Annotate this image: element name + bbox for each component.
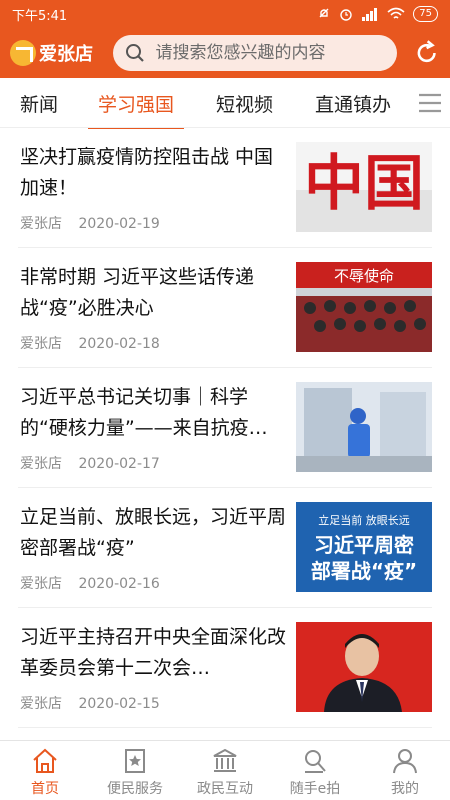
article-title[interactable]: 立足当前、放眼长远，习近平周密部署战“疫” <box>20 502 286 564</box>
article-source: 爱张店 <box>20 576 62 592</box>
search-box[interactable] <box>113 35 397 71</box>
bookmark-star-icon <box>125 749 145 773</box>
mute-icon <box>319 8 329 18</box>
article-title[interactable]: 习近平主持召开中央全面深化改革委员会第十二次会… <box>20 622 286 684</box>
list-item[interactable]: 非常时期 习近平这些话传递战“疫”必胜决心 爱张店 2020-02-18 不辱使… <box>18 248 432 368</box>
tabbar-services[interactable]: 便民服务 <box>90 741 180 800</box>
tabbar-label: 随手e拍 <box>289 781 341 797</box>
logo-icon <box>10 40 36 66</box>
tab-news[interactable]: 新闻 <box>20 90 58 117</box>
signal-icon <box>362 8 378 21</box>
tabbar-profile[interactable]: 我的 <box>360 741 450 800</box>
article-meta: 爱张店 2020-02-18 <box>20 333 160 353</box>
list-item[interactable]: 习近平总书记关切事｜科学的“硬核力量”——来自抗疫… 爱张店 2020-02-1… <box>18 368 432 488</box>
app-header: 爱张店 <box>0 28 450 78</box>
government-building-icon <box>213 748 237 772</box>
article-source: 爱张店 <box>20 456 62 472</box>
magnifier-icon <box>305 750 326 773</box>
article-thumbnail[interactable] <box>296 622 432 712</box>
article-date: 2020-02-15 <box>78 696 160 712</box>
tabbar-home[interactable]: 首页 <box>0 741 90 800</box>
article-meta: 爱张店 2020-02-17 <box>20 453 160 473</box>
app-name: 爱张店 <box>39 44 93 65</box>
status-bar: 下午5:41 75 <box>0 0 450 28</box>
tabbar-label: 便民服务 <box>107 781 163 797</box>
battery-indicator: 75 <box>413 6 438 22</box>
article-thumbnail[interactable]: 中国 <box>296 142 432 232</box>
tabbar-label: 政民互动 <box>197 781 253 797</box>
thumb-line2: 习近平周密 <box>314 533 414 557</box>
refresh-icon[interactable] <box>413 39 440 67</box>
bottom-tabbar: 首页 便民服务 政民互动 随手e拍 我的 <box>0 740 450 800</box>
menu-icon[interactable] <box>418 92 442 114</box>
status-time: 下午5:41 <box>12 8 68 24</box>
thumb-text: 中国 <box>304 149 424 219</box>
article-title[interactable]: 坚决打赢疫情防控阻击战 中国加速！ <box>20 142 286 204</box>
alarm-icon <box>340 9 352 21</box>
article-date: 2020-02-19 <box>78 216 160 232</box>
thumb-line3: 部署战“疫” <box>311 559 417 583</box>
status-icons: 75 <box>317 6 438 22</box>
tabbar-interaction[interactable]: 政民互动 <box>180 741 270 800</box>
tabbar-label: 首页 <box>31 781 59 797</box>
search-input[interactable] <box>155 43 376 63</box>
article-list: 坚决打赢疫情防控阻击战 中国加速！ 爱张店 2020-02-19 中国 非常时期… <box>0 128 450 728</box>
article-meta: 爱张店 2020-02-15 <box>20 693 160 713</box>
thumb-text: 不辱使命 <box>334 267 394 285</box>
article-thumbnail[interactable]: 不辱使命 <box>296 262 432 352</box>
article-date: 2020-02-18 <box>78 336 160 352</box>
user-icon <box>393 749 417 774</box>
thumb-graphic <box>296 382 432 472</box>
list-item[interactable]: 习近平主持召开中央全面深化改革委员会第十二次会… 爱张店 2020-02-15 <box>18 608 432 728</box>
app-logo: 爱张店 <box>10 40 107 66</box>
home-icon <box>33 748 57 773</box>
tab-short-video[interactable]: 短视频 <box>216 90 273 117</box>
category-tabs: 新闻 学习强国 短视频 直通镇办 <box>0 78 450 129</box>
article-source: 爱张店 <box>20 336 62 352</box>
thumb-graphic: 不辱使命 <box>296 262 432 352</box>
article-date: 2020-02-17 <box>78 456 160 472</box>
tabbar-label: 我的 <box>391 781 419 797</box>
thumb-graphic <box>296 622 432 712</box>
thumb-graphic: 中国 <box>296 142 432 232</box>
tab-xuexi[interactable]: 学习强国 <box>87 90 185 129</box>
article-source: 爱张店 <box>20 696 62 712</box>
search-icon <box>126 44 145 62</box>
article-title[interactable]: 习近平总书记关切事｜科学的“硬核力量”——来自抗疫… <box>20 382 286 444</box>
article-meta: 爱张店 2020-02-19 <box>20 213 160 233</box>
article-title[interactable]: 非常时期 习近平这些话传递战“疫”必胜决心 <box>20 262 286 324</box>
article-meta: 爱张店 2020-02-16 <box>20 573 160 593</box>
thumb-line1: 立足当前 放眼长远 <box>318 513 410 527</box>
article-source: 爱张店 <box>20 216 62 232</box>
article-thumbnail[interactable] <box>296 382 432 472</box>
article-date: 2020-02-16 <box>78 576 160 592</box>
list-item[interactable]: 坚决打赢疫情防控阻击战 中国加速！ 爱张店 2020-02-19 中国 <box>18 128 432 248</box>
article-thumbnail[interactable]: 立足当前 放眼长远 习近平周密 部署战“疫” <box>296 502 432 592</box>
list-item[interactable]: 立足当前、放眼长远，习近平周密部署战“疫” 爱张店 2020-02-16 立足当… <box>18 488 432 608</box>
tab-towns[interactable]: 直通镇办 <box>315 90 391 117</box>
thumb-graphic: 立足当前 放眼长远 习近平周密 部署战“疫” <box>296 502 432 592</box>
tabbar-snapshot[interactable]: 随手e拍 <box>270 741 360 800</box>
wifi-icon <box>387 7 405 19</box>
